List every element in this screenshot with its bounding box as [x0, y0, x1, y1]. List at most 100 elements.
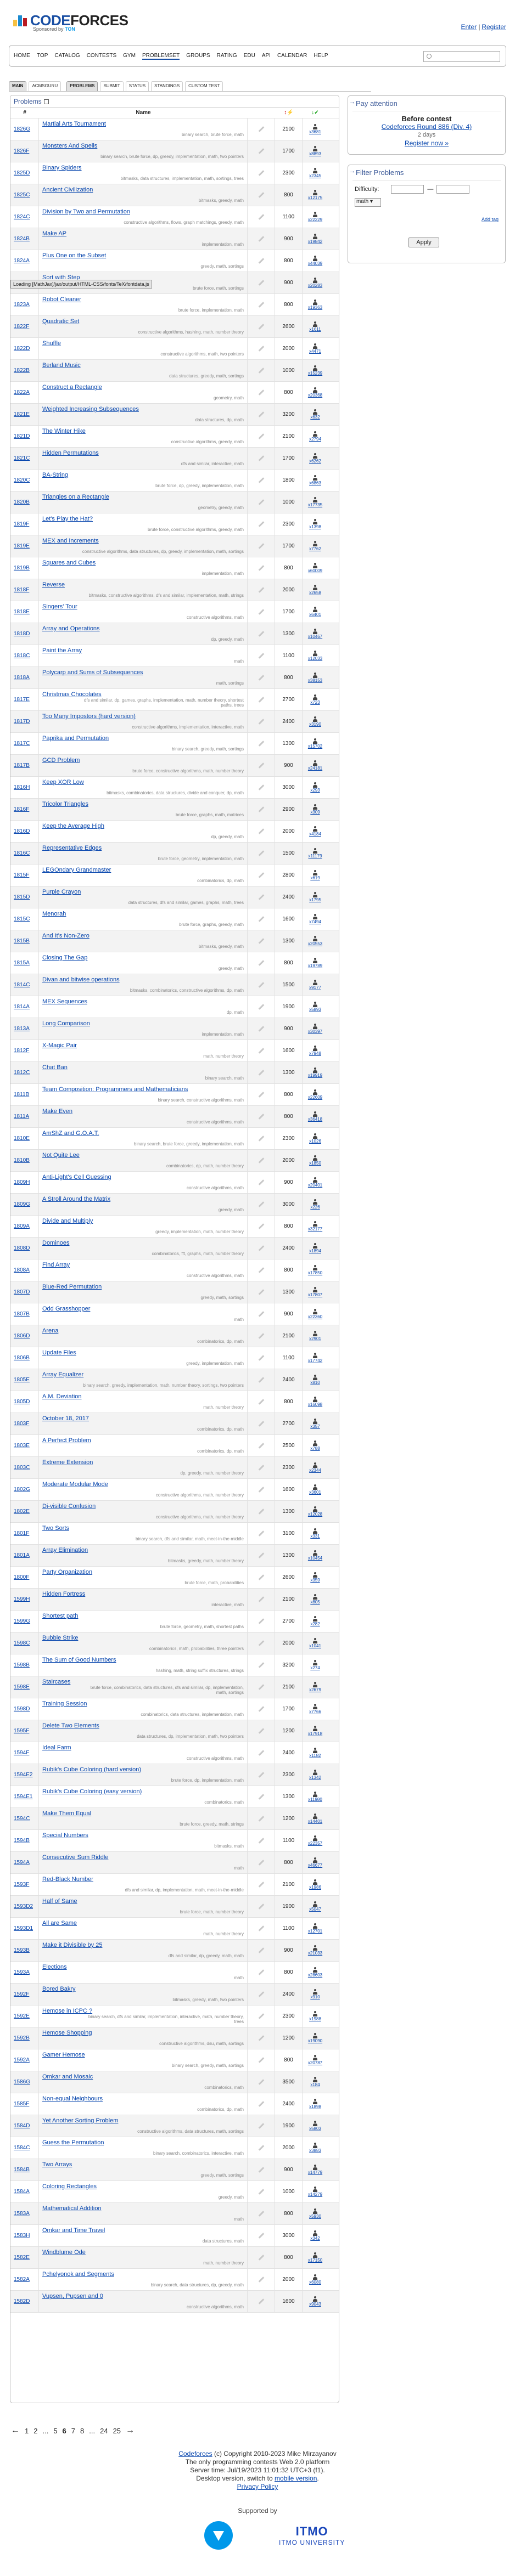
edit-icon[interactable]: [258, 982, 264, 988]
problem-id-link[interactable]: 1595F: [14, 1728, 29, 1734]
solved-count-link[interactable]: x2345: [309, 173, 321, 178]
problem-id-link[interactable]: 1598C: [14, 1640, 30, 1646]
solved-count-link[interactable]: x1986: [309, 1885, 321, 1890]
edit-icon[interactable]: [258, 1333, 264, 1339]
problem-name-link[interactable]: Elections: [42, 1964, 244, 1970]
problem-name-link[interactable]: BA-String: [42, 472, 244, 478]
problem-name-link[interactable]: Menorah: [42, 911, 244, 917]
solved-count-link[interactable]: x723: [310, 700, 320, 705]
menu-item-top[interactable]: TOP: [37, 53, 48, 60]
problem-id-link[interactable]: 1812F: [14, 1048, 29, 1054]
edit-icon[interactable]: [258, 1772, 264, 1778]
edit-icon[interactable]: [258, 1618, 264, 1624]
difficulty-min-input[interactable]: [391, 185, 424, 194]
problem-name-link[interactable]: Blue-Red Permutation: [42, 1284, 244, 1290]
problem-name-link[interactable]: Hidden Fortress: [42, 1591, 244, 1597]
problem-id-link[interactable]: 1582E: [14, 2255, 30, 2261]
solved-count-link[interactable]: x11980: [308, 1797, 322, 1802]
problem-id-link[interactable]: 1584D: [14, 2123, 30, 2129]
edit-icon[interactable]: [258, 411, 264, 417]
solved-count-link[interactable]: x293: [310, 788, 320, 793]
solved-count-link[interactable]: x2679: [309, 1687, 321, 1692]
edit-icon[interactable]: [258, 828, 264, 834]
menu-item-gym[interactable]: GYM: [123, 53, 136, 60]
solved-count-link[interactable]: x1795: [309, 897, 321, 902]
edit-icon[interactable]: [258, 1903, 264, 1910]
edit-icon[interactable]: [258, 1289, 264, 1295]
problem-id-link[interactable]: 1582A: [14, 2276, 30, 2283]
edit-icon[interactable]: [258, 2057, 264, 2063]
problem-name-link[interactable]: Staircases: [42, 1679, 244, 1685]
page-link-5[interactable]: 5: [53, 2427, 57, 2435]
menu-item-api[interactable]: API: [262, 53, 271, 60]
problem-id-link[interactable]: 1810B: [14, 1157, 30, 1163]
solved-count-link[interactable]: x19842: [308, 239, 322, 244]
problem-name-link[interactable]: Not Quite Lee: [42, 1152, 244, 1159]
edit-icon[interactable]: [258, 2189, 264, 2195]
problem-id-link[interactable]: 1592F: [14, 1991, 29, 1997]
register-link[interactable]: Register: [482, 23, 506, 31]
solved-count-link[interactable]: x282: [310, 1622, 320, 1626]
subtab-status[interactable]: STATUS: [125, 81, 149, 91]
problem-name-link[interactable]: A Perfect Problem: [42, 1437, 244, 1444]
problem-id-link[interactable]: 1594B: [14, 1838, 30, 1844]
edit-icon[interactable]: [258, 1311, 264, 1317]
solved-count-link[interactable]: x1026: [309, 1139, 321, 1144]
solved-count-link[interactable]: x309: [310, 810, 320, 815]
problem-name-link[interactable]: A Stroll Around the Matrix: [42, 1196, 244, 1202]
solved-count-link[interactable]: x4471: [309, 349, 321, 354]
solved-count-link[interactable]: x36418: [308, 1117, 322, 1122]
edit-icon[interactable]: [258, 1860, 264, 1866]
subtab-custom-test[interactable]: CUSTOM TEST: [185, 81, 223, 91]
problem-name-link[interactable]: Odd Grasshopper: [42, 1306, 244, 1312]
problem-id-link[interactable]: 1593D2: [14, 1903, 33, 1910]
subtab-problems[interactable]: PROBLEMS: [66, 81, 98, 91]
edit-icon[interactable]: [258, 1004, 264, 1010]
page-link-2[interactable]: 2: [33, 2427, 37, 2435]
problem-id-link[interactable]: 1585F: [14, 2101, 29, 2107]
problem-id-link[interactable]: 1807B: [14, 1311, 30, 1317]
edit-icon[interactable]: [258, 1794, 264, 1800]
problem-id-link[interactable]: 1815A: [14, 960, 30, 966]
problem-id-link[interactable]: 1818C: [14, 653, 30, 659]
edit-icon[interactable]: [258, 258, 264, 264]
problem-name-link[interactable]: Purple Crayon: [42, 889, 244, 895]
solved-count-link[interactable]: x17742: [308, 1358, 322, 1363]
edit-icon[interactable]: [258, 1487, 264, 1493]
problem-id-link[interactable]: 1822B: [14, 368, 30, 374]
problem-name-link[interactable]: Update Files: [42, 1349, 244, 1356]
edit-icon[interactable]: [258, 631, 264, 637]
search-input[interactable]: [423, 51, 500, 62]
problem-name-link[interactable]: Chat Ban: [42, 1064, 244, 1071]
problem-id-link[interactable]: 1594A: [14, 1860, 30, 1866]
page-link-1[interactable]: 1: [25, 2427, 29, 2435]
edit-icon[interactable]: [258, 1026, 264, 1032]
problem-id-link[interactable]: 1598D: [14, 1706, 30, 1712]
problem-id-link[interactable]: 1821C: [14, 455, 30, 461]
edit-icon[interactable]: [258, 477, 264, 483]
menu-item-problemset[interactable]: PROBLEMSET: [142, 53, 180, 60]
solved-count-link[interactable]: x17850: [308, 1270, 322, 1275]
problem-id-link[interactable]: 1822F: [14, 324, 29, 330]
add-tag-link[interactable]: Add tag: [482, 217, 499, 222]
menu-item-catalog[interactable]: CATALOG: [54, 53, 80, 60]
problem-name-link[interactable]: Extreme Extension: [42, 1459, 244, 1466]
problem-name-link[interactable]: Team Composition: Programmers and Mathem…: [42, 1086, 244, 1093]
problem-id-link[interactable]: 1593D1: [14, 1925, 33, 1931]
edit-icon[interactable]: [258, 1201, 264, 1207]
problem-id-link[interactable]: 1594C: [14, 1816, 30, 1822]
grid-icon[interactable]: [43, 99, 49, 105]
edit-icon[interactable]: [258, 1443, 264, 1449]
problem-name-link[interactable]: Quadratic Set: [42, 318, 244, 325]
edit-icon[interactable]: [258, 1377, 264, 1383]
problem-id-link[interactable]: 1814C: [14, 982, 30, 988]
edit-icon[interactable]: [258, 324, 264, 330]
column-header-id[interactable]: #: [10, 110, 39, 116]
solved-count-link[interactable]: x14401: [308, 1819, 322, 1824]
problem-id-link[interactable]: 1583H: [14, 2233, 30, 2239]
solved-count-link[interactable]: x24181: [308, 766, 322, 771]
problem-id-link[interactable]: 1824A: [14, 258, 30, 264]
edit-icon[interactable]: [258, 1574, 264, 1580]
problem-name-link[interactable]: Shuffle: [42, 340, 244, 347]
edit-icon[interactable]: [258, 1267, 264, 1273]
